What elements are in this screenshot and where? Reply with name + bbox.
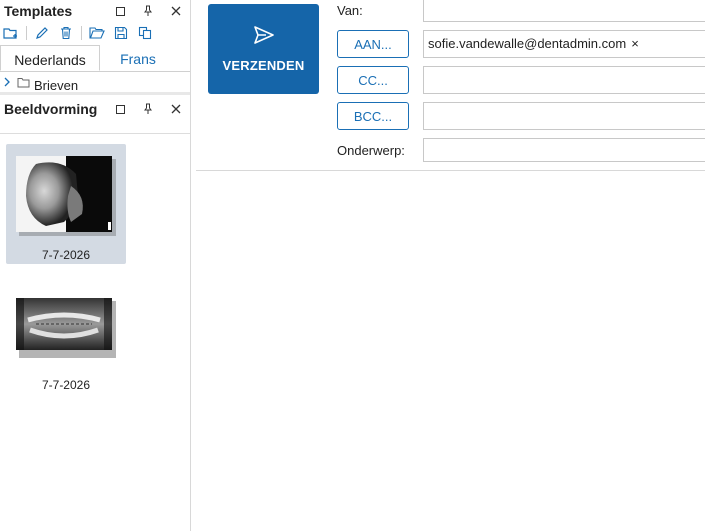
to-button[interactable]: AAN... — [337, 30, 409, 58]
pin-icon[interactable] — [134, 0, 162, 22]
edit-icon[interactable] — [31, 23, 53, 43]
panel-divider — [0, 92, 190, 95]
new-template-icon[interactable] — [0, 23, 22, 43]
send-button-label: VERZENDEN — [222, 58, 305, 73]
tree-item-brieven[interactable]: Brieven — [0, 72, 190, 92]
restore-icon[interactable] — [106, 98, 134, 120]
from-label: Van: — [337, 3, 363, 18]
from-field[interactable] — [423, 0, 705, 22]
left-sidebar: Templates Nederlands Frans Brieven Beeld… — [0, 0, 191, 531]
recipient-chip: sofie.vandewalle@dentadmin.com × — [428, 36, 639, 51]
templates-panel-header: Templates — [0, 0, 190, 22]
to-field[interactable]: sofie.vandewalle@dentadmin.com × — [423, 30, 705, 58]
language-tabs: Nederlands Frans — [0, 45, 190, 72]
toolbar-divider — [81, 26, 82, 40]
toolbar-divider — [26, 26, 27, 40]
remove-recipient-icon[interactable]: × — [631, 36, 639, 51]
pin-icon[interactable] — [134, 98, 162, 120]
xray-panoramic-image — [16, 298, 116, 358]
restore-icon[interactable] — [106, 0, 134, 22]
close-icon[interactable] — [162, 0, 190, 22]
tab-frans[interactable]: Frans — [100, 45, 176, 71]
subject-label: Onderwerp: — [337, 143, 405, 158]
tree-item-label: Brieven — [34, 77, 79, 93]
bcc-button[interactable]: BCC... — [337, 102, 409, 130]
delete-icon[interactable] — [55, 23, 77, 43]
xray-lateral-image — [16, 156, 116, 236]
recipient-address: sofie.vandewalle@dentadmin.com — [428, 36, 627, 51]
thumbnail-date: 7-7-2026 — [41, 378, 91, 392]
email-compose: VERZENDEN Van: AAN... sofie.vandewalle@d… — [196, 0, 705, 531]
folder-icon — [14, 77, 32, 88]
subject-field[interactable] — [423, 138, 705, 162]
imaging-thumbnail[interactable]: 7-7-2026 — [6, 144, 126, 264]
bcc-field[interactable] — [423, 102, 705, 130]
message-body[interactable] — [196, 171, 705, 531]
send-button[interactable]: VERZENDEN — [208, 4, 319, 94]
imaging-thumbnail[interactable]: 7-7-2026 — [6, 290, 126, 400]
open-folder-icon[interactable] — [86, 23, 108, 43]
beeldvorming-panel-header: Beeldvorming — [0, 97, 190, 121]
beeldvorming-panel-title: Beeldvorming — [4, 101, 98, 117]
cc-button[interactable]: CC... — [337, 66, 409, 94]
close-icon[interactable] — [162, 98, 190, 120]
copy-icon[interactable] — [134, 23, 156, 43]
cc-field[interactable] — [423, 66, 705, 94]
panel-separator — [0, 133, 190, 134]
chevron-right-icon[interactable] — [0, 77, 14, 87]
templates-panel-title: Templates — [4, 3, 73, 19]
save-icon[interactable] — [110, 23, 132, 43]
send-icon — [253, 25, 275, 50]
thumbnail-date: 7-7-2026 — [41, 248, 91, 262]
templates-toolbar — [0, 22, 190, 44]
tab-nederlands[interactable]: Nederlands — [0, 45, 100, 71]
